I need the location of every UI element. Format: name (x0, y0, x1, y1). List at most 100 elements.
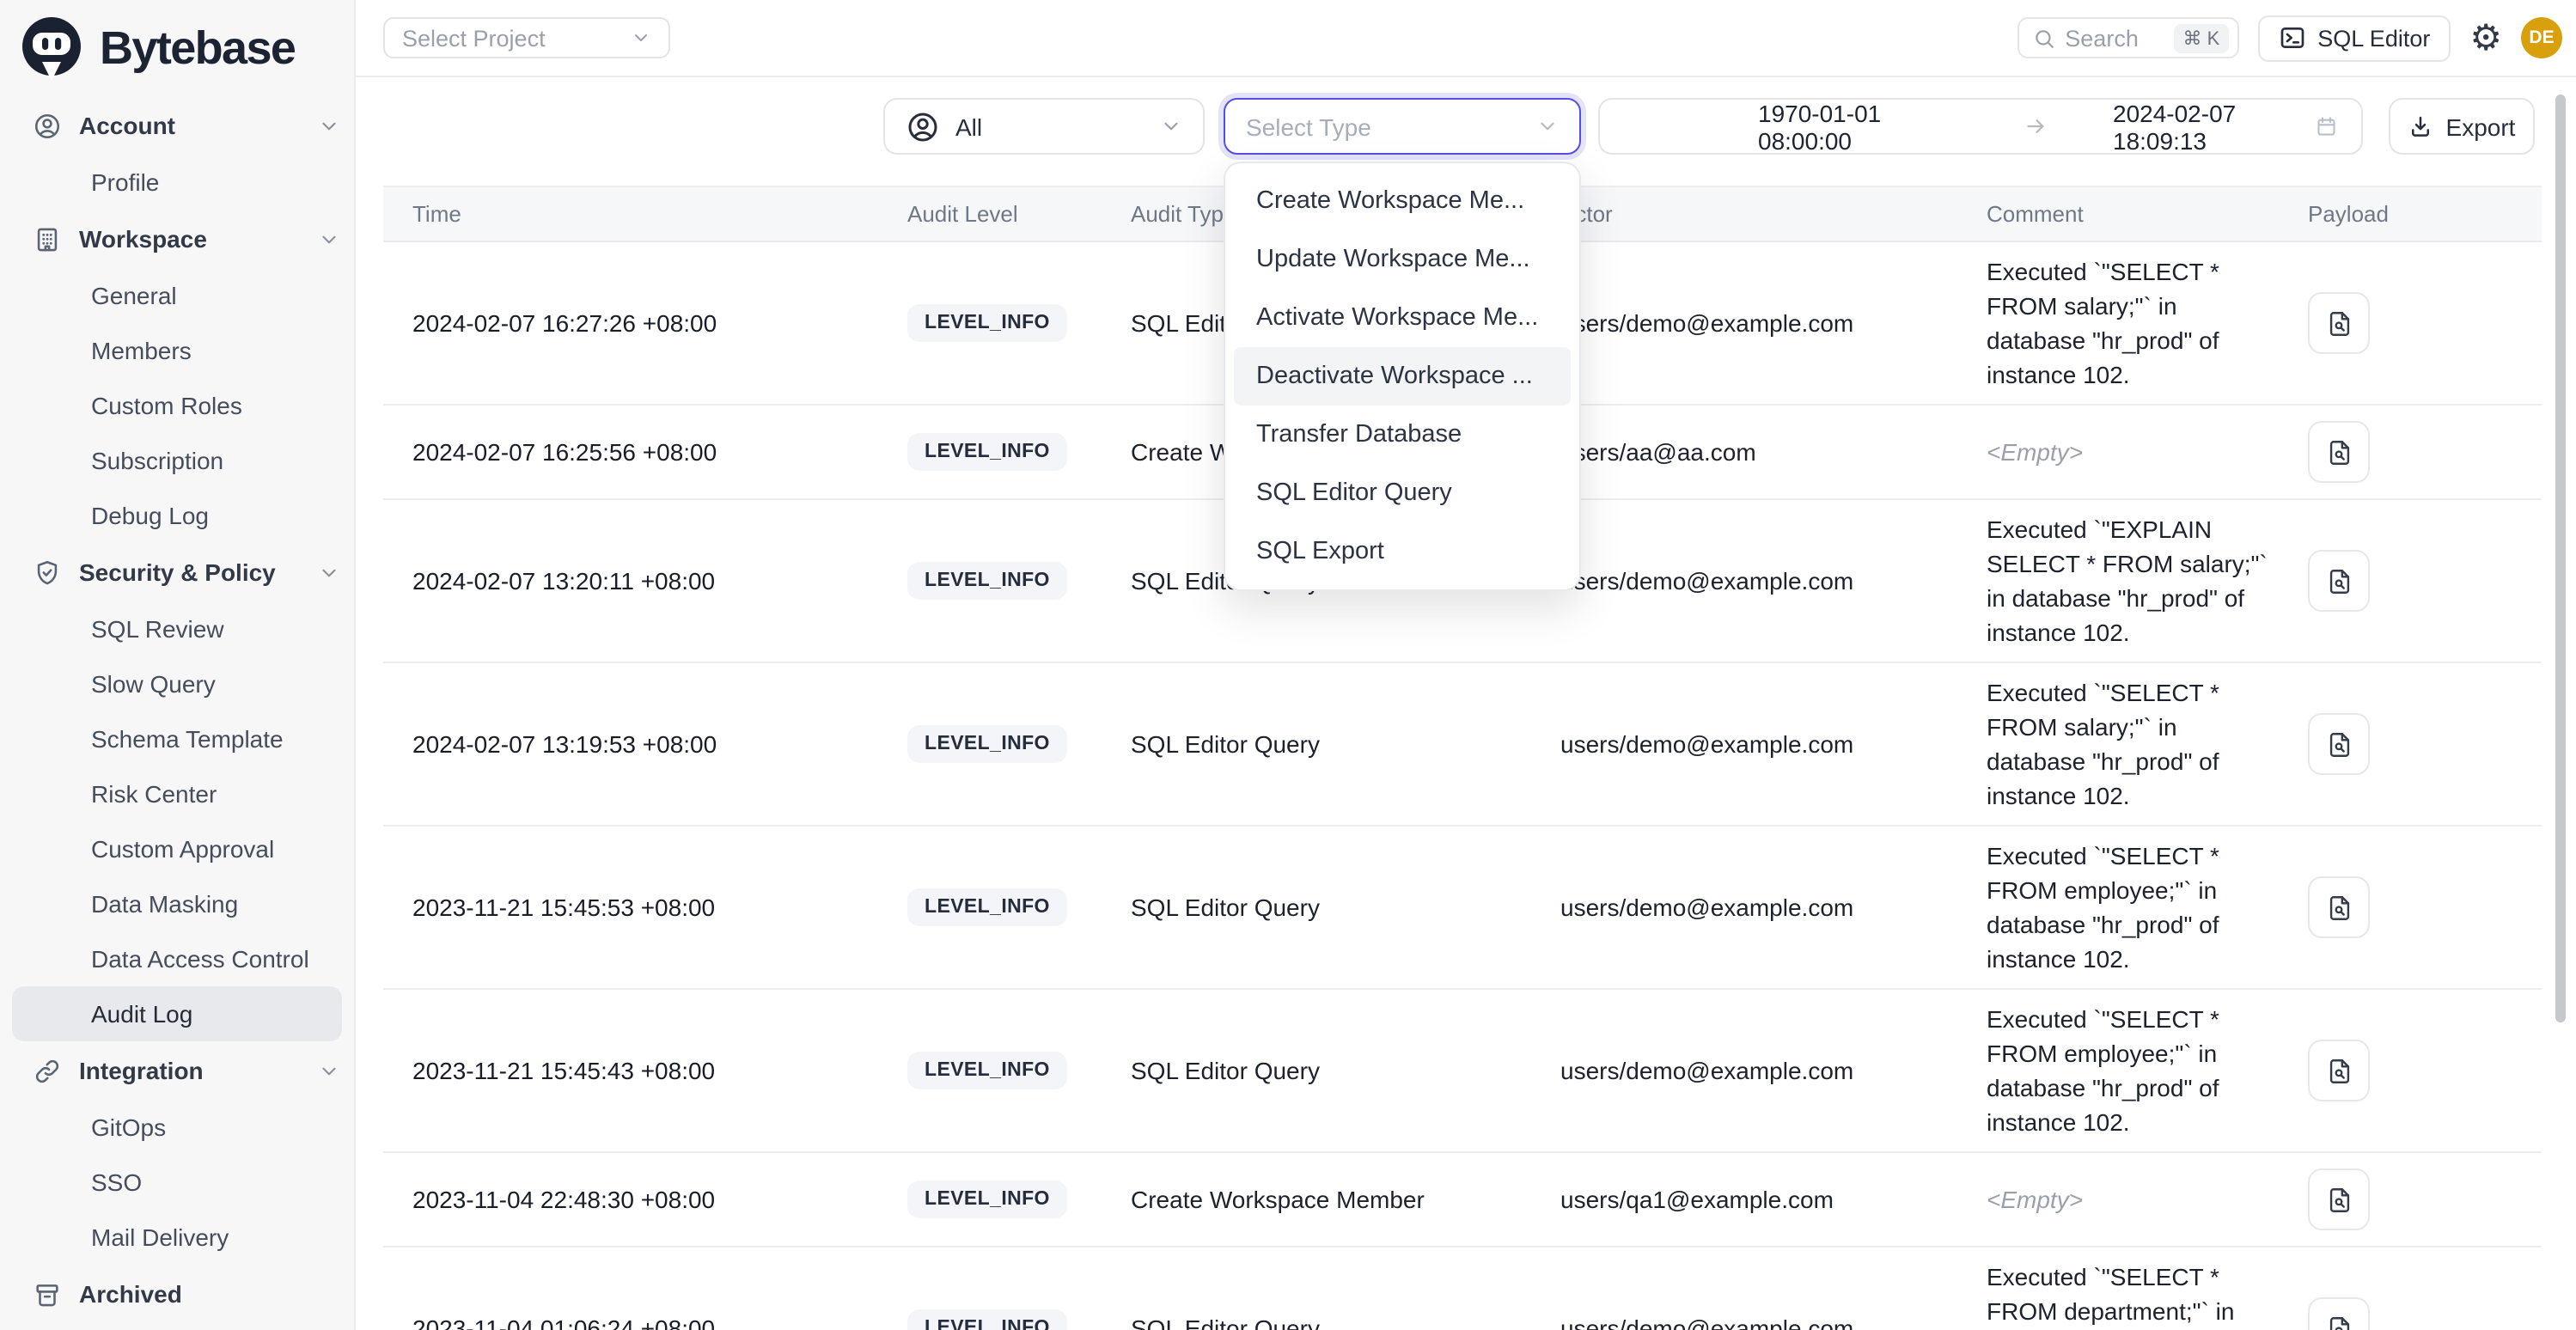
payload-view-button[interactable] (2308, 292, 2370, 354)
file-search-icon (2324, 437, 2353, 467)
audit-type: Create Workspace Member (1102, 1186, 1531, 1213)
chevron-down-icon (318, 1059, 340, 1082)
audit-time: 2023-11-21 15:45:43 +08:00 (383, 1057, 878, 1084)
file-search-icon (2324, 1185, 2353, 1214)
file-search-icon (2324, 1314, 2353, 1330)
audit-actor: users/demo@example.com (1531, 730, 1957, 758)
link-icon (33, 1056, 62, 1085)
payload-view-button[interactable] (2308, 1168, 2370, 1230)
column-header-comment: Comment (1957, 201, 2279, 227)
sql-editor-label: SQL Editor (2317, 25, 2430, 51)
audit-time: 2023-11-04 22:48:30 +08:00 (383, 1186, 878, 1213)
column-header-audit-level: Audit Level (878, 201, 1102, 227)
type-filter-dropdown: Create Workspace Me... Update Workspace … (1224, 162, 1581, 591)
chevron-down-icon (631, 27, 651, 48)
search-input[interactable]: Search ⌘ K (2017, 17, 2238, 58)
audit-comment: Executed `"SELECT * FROM employee;"` in … (1957, 839, 2279, 976)
sidebar-item-archived[interactable]: Archived (0, 1265, 354, 1323)
audit-level-badge: LEVEL_INFO (907, 304, 1067, 342)
file-search-icon (2324, 566, 2353, 595)
project-select-label: Select Project (402, 25, 546, 51)
menu-item-create-workspace-member[interactable]: Create Workspace Me... (1234, 172, 1571, 230)
export-button[interactable]: Export (2389, 98, 2535, 155)
menu-item-transfer-database[interactable]: Transfer Database (1234, 406, 1571, 464)
sidebar-item-mail-delivery[interactable]: Mail Delivery (12, 1210, 342, 1265)
search-icon (2032, 27, 2054, 49)
sidebar-item-members[interactable]: Members (12, 323, 342, 378)
sidebar-item-sso[interactable]: SSO (12, 1155, 342, 1210)
member-filter-value: All (955, 113, 982, 140)
user-avatar[interactable]: DE (2521, 17, 2562, 58)
brand-name: Bytebase (100, 21, 295, 75)
payload-view-button[interactable] (2308, 1040, 2370, 1101)
sidebar-item-custom-roles[interactable]: Custom Roles (12, 378, 342, 433)
audit-comment: Executed `"SELECT * FROM employee;"` in … (1957, 1002, 2279, 1139)
sidebar-item-debug-log[interactable]: Debug Log (12, 488, 342, 543)
member-filter-select[interactable]: All (883, 98, 1205, 155)
audit-level-badge: LEVEL_INFO (907, 562, 1067, 600)
sidebar-item-account[interactable]: Account (0, 96, 354, 155)
audit-actor: users/demo@example.com (1531, 894, 1957, 921)
project-select[interactable]: Select Project (383, 17, 670, 58)
sidebar-item-label: Archived (79, 1280, 182, 1308)
payload-view-button[interactable] (2308, 421, 2370, 483)
sidebar-item-schema-template[interactable]: Schema Template (12, 711, 342, 766)
audit-type: SQL Editor Query (1102, 1057, 1531, 1084)
main-content: Select Project Search ⌘ K SQL Editor ⚙ D… (356, 0, 2576, 1330)
sidebar-item-custom-approval[interactable]: Custom Approval (12, 821, 342, 876)
file-search-icon (2324, 1056, 2353, 1085)
payload-view-button[interactable] (2308, 876, 2370, 938)
sidebar-item-subscription[interactable]: Subscription (12, 433, 342, 488)
audit-level-badge: LEVEL_INFO (907, 1181, 1067, 1218)
sidebar-item-workspace[interactable]: Workspace (0, 210, 354, 268)
sidebar-item-sql-review[interactable]: SQL Review (12, 601, 342, 656)
sidebar-item-audit-log[interactable]: Audit Log (12, 986, 342, 1041)
payload-view-button[interactable] (2308, 713, 2370, 775)
sidebar-item-gitops[interactable]: GitOps (12, 1100, 342, 1155)
sidebar-item-profile[interactable]: Profile (12, 155, 342, 210)
sidebar-item-label: Mail Delivery (91, 1223, 229, 1251)
menu-item-update-workspace-member[interactable]: Update Workspace Me... (1234, 230, 1571, 289)
sidebar-item-label: Data Masking (91, 890, 238, 918)
audit-comment: Executed `"SELECT * FROM salary;"` in da… (1957, 254, 2279, 392)
sidebar: Bytebase Account Profile Workspace Gener… (0, 0, 356, 1330)
file-search-icon (2324, 729, 2353, 759)
file-search-icon (2324, 893, 2353, 922)
menu-item-activate-workspace-member[interactable]: Activate Workspace Me... (1234, 289, 1571, 347)
sidebar-item-risk-center[interactable]: Risk Center (12, 766, 342, 821)
sidebar-item-label: SSO (91, 1168, 142, 1196)
sidebar-item-label: Profile (91, 168, 159, 196)
sql-editor-button[interactable]: SQL Editor (2257, 15, 2451, 61)
settings-gear-icon[interactable]: ⚙ (2469, 20, 2502, 56)
column-header-payload: Payload (2279, 201, 2542, 227)
table-row: 2023-11-04 01:06:24 +08:00 LEVEL_INFO SQ… (383, 1248, 2542, 1330)
audit-actor: users/demo@example.com (1531, 567, 1957, 595)
sidebar-item-data-access-control[interactable]: Data Access Control (12, 931, 342, 986)
date-range-picker[interactable]: 1970-01-01 08:00:00 2024-02-07 18:09:13 (1598, 98, 2363, 155)
menu-item-deactivate-workspace-member[interactable]: Deactivate Workspace ... (1234, 347, 1571, 406)
arrow-right-icon (2024, 113, 2048, 139)
sidebar-item-label: Custom Approval (91, 835, 274, 863)
payload-view-button[interactable] (2308, 1297, 2370, 1330)
audit-actor: users/demo@example.com (1531, 1315, 1957, 1330)
sidebar-item-slow-query[interactable]: Slow Query (12, 656, 342, 711)
sidebar-item-integration[interactable]: Integration (0, 1041, 354, 1100)
audit-level-badge: LEVEL_INFO (907, 433, 1067, 471)
payload-view-button[interactable] (2308, 550, 2370, 612)
sidebar-item-label: General (91, 282, 177, 309)
sidebar-item-label: Audit Log (91, 1000, 192, 1028)
sidebar-item-security-policy[interactable]: Security & Policy (0, 543, 354, 601)
bytebase-logo[interactable]: Bytebase (0, 0, 354, 96)
sidebar-item-data-masking[interactable]: Data Masking (12, 876, 342, 931)
audit-comment: <Empty> (1957, 435, 2279, 469)
type-filter-select[interactable]: Select Type (1224, 98, 1581, 155)
vertical-scrollbar[interactable] (2555, 95, 2566, 1022)
search-shortcut-badge: ⌘ K (2174, 23, 2228, 52)
menu-item-sql-editor-query[interactable]: SQL Editor Query (1234, 464, 1571, 522)
audit-comment: Executed `"EXPLAIN SELECT * FROM salary;… (1957, 512, 2279, 650)
table-row: 2023-11-21 15:45:53 +08:00 LEVEL_INFO SQ… (383, 827, 2542, 990)
menu-item-sql-export[interactable]: SQL Export (1234, 522, 1571, 581)
sidebar-item-label: Risk Center (91, 780, 217, 808)
column-header-time: Time (383, 201, 878, 227)
sidebar-item-general[interactable]: General (12, 268, 342, 323)
